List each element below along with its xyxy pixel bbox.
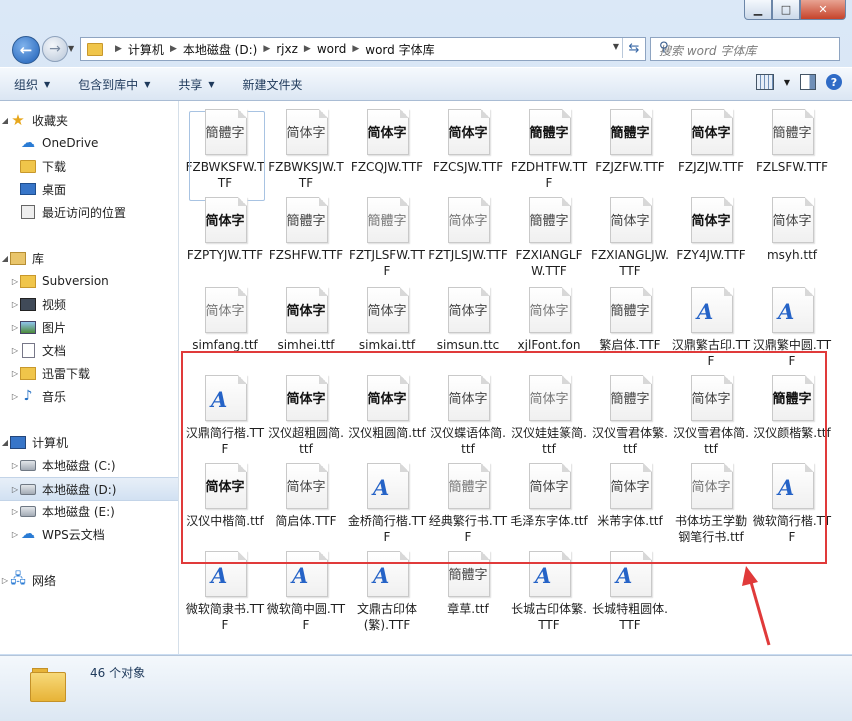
item-count: 46 个对象 bbox=[90, 666, 146, 680]
details-pane: 46 个对象 bbox=[0, 655, 852, 721]
folder-icon bbox=[30, 666, 66, 702]
explorer-window: ▁ □ ✕ ← → ▼ ▶ 计算机 ▶ 本地磁盘 (D:) ▶ rjxz ▶ w… bbox=[0, 0, 852, 721]
annotation-arrow bbox=[742, 566, 771, 646]
